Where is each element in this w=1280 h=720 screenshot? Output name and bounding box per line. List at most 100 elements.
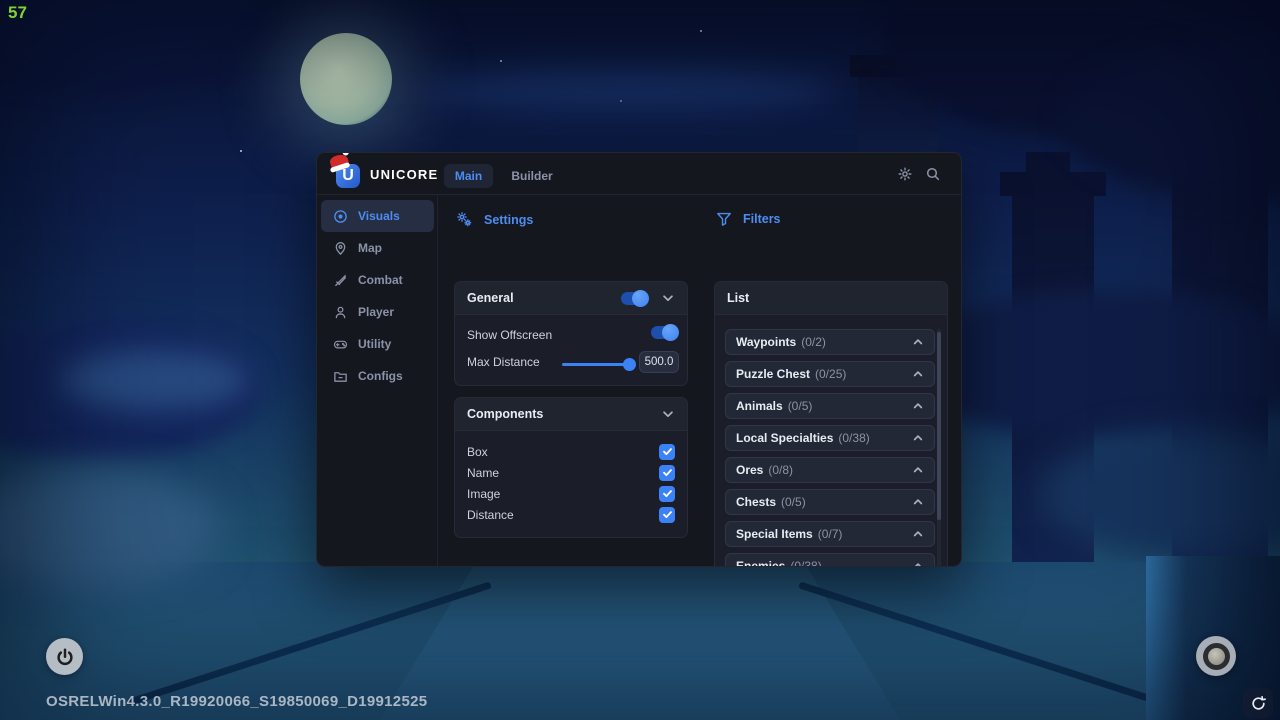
component-row: Image <box>467 483 675 504</box>
gear-icon[interactable] <box>897 166 913 187</box>
filter-row-animals[interactable]: Animals (0/5) <box>725 393 935 419</box>
slider-knob[interactable] <box>623 358 636 371</box>
sidebar-item-combat[interactable]: Combat <box>321 264 434 296</box>
box-checkbox[interactable] <box>659 444 675 460</box>
filters-title-row: Filters <box>716 211 781 227</box>
chevron-up-icon <box>912 368 924 380</box>
sidebar-item-map[interactable]: Map <box>321 232 434 264</box>
pillar-cap <box>1158 142 1280 168</box>
cloud <box>880 0 1280 140</box>
tab-builder[interactable]: Builder <box>503 164 561 188</box>
star <box>1030 200 1032 202</box>
cloud <box>0 470 220 590</box>
pillar-cap <box>1026 152 1070 174</box>
sidebar-item-label: Configs <box>358 369 403 383</box>
chevron-up-icon <box>912 336 924 348</box>
filter-row-chests[interactable]: Chests (0/5) <box>725 489 935 515</box>
bridge-rail <box>128 581 492 705</box>
components-title: Components <box>467 407 661 421</box>
name-checkbox[interactable] <box>659 465 675 481</box>
sidebar-item-label: Visuals <box>358 209 400 223</box>
refresh-button[interactable] <box>1243 688 1273 718</box>
game-screen: 57 OSRELWin4.3.0_R19920066_S19850069_D19… <box>0 0 1280 720</box>
folder-icon <box>332 369 348 384</box>
sword-icon <box>332 273 348 288</box>
sidebar-item-player[interactable]: Player <box>321 296 434 328</box>
search-icon[interactable] <box>925 166 941 187</box>
general-card: General Show Offscreen Max Distance 500.… <box>454 281 688 386</box>
filter-row-local-specialties[interactable]: Local Specialties (0/38) <box>725 425 935 451</box>
filter-row-enemies[interactable]: Enemies (0/38) <box>725 553 935 567</box>
settings-title: Settings <box>484 213 533 227</box>
filters-list-card: List Waypoints (0/2) Puzzle Chest (0/25) <box>714 281 948 567</box>
show-offscreen-toggle[interactable] <box>651 326 677 339</box>
distance-checkbox[interactable] <box>659 507 675 523</box>
eye-icon <box>332 209 348 224</box>
cloud <box>1060 40 1280 200</box>
power-icon <box>55 647 75 667</box>
list-scrollbar-thumb[interactable] <box>937 332 941 520</box>
brand-title: UNICORE <box>370 167 438 182</box>
pillar <box>1172 162 1268 562</box>
unicore-logo: U <box>333 160 363 190</box>
max-distance-slider[interactable] <box>562 363 630 366</box>
chevron-down-icon <box>661 291 675 305</box>
components-card-body: Box Name Image <box>455 431 687 537</box>
chevron-up-icon <box>912 432 924 444</box>
sidebar-item-label: Combat <box>358 273 403 287</box>
sidebar-item-configs[interactable]: Configs <box>321 360 434 392</box>
lens-button[interactable] <box>1196 636 1236 676</box>
bridge-rail <box>798 581 1162 705</box>
component-row: Distance <box>467 504 675 525</box>
fps-counter: 57 <box>8 3 27 23</box>
refresh-icon <box>1250 695 1267 712</box>
general-card-header[interactable]: General <box>455 282 687 315</box>
cloud <box>420 70 840 110</box>
max-distance-value[interactable]: 500.0 <box>639 351 679 373</box>
star <box>160 55 162 57</box>
sidebar-item-label: Map <box>358 241 382 255</box>
max-distance-label: Max Distance <box>467 355 540 369</box>
general-title: General <box>467 291 621 305</box>
chevron-down-icon <box>661 407 675 421</box>
image-checkbox[interactable] <box>659 486 675 502</box>
chevron-up-icon <box>912 560 924 567</box>
general-card-body: Show Offscreen Max Distance 500.0 <box>455 315 687 385</box>
list-scrollbar[interactable] <box>937 329 941 567</box>
tab-main[interactable]: Main <box>444 164 493 188</box>
funnel-icon <box>716 211 732 227</box>
component-label: Name <box>467 466 499 480</box>
pillar-cap <box>1000 172 1106 196</box>
distance-checkbox-label: Distance <box>467 508 514 522</box>
components-card: Components Box Name <box>454 397 688 538</box>
build-watermark: OSRELWin4.3.0_R19920066_S19850069_D19912… <box>46 693 427 710</box>
component-row: Name <box>467 462 675 483</box>
list-title: List <box>727 291 935 305</box>
star <box>240 150 242 152</box>
filters-title: Filters <box>743 212 781 226</box>
santa-hat-icon <box>329 153 350 170</box>
sidebar-item-visuals[interactable]: Visuals <box>321 200 434 232</box>
cloud <box>0 320 260 460</box>
chevron-up-icon <box>912 496 924 508</box>
image-checkbox-label: Image <box>467 487 500 501</box>
chevron-up-icon <box>912 528 924 540</box>
sidebar-item-utility[interactable]: Utility <box>321 328 434 360</box>
general-toggle[interactable] <box>621 292 647 305</box>
filter-row-puzzle-chest[interactable]: Puzzle Chest (0/25) <box>725 361 935 387</box>
filter-row-waypoints[interactable]: Waypoints (0/2) <box>725 329 935 355</box>
sidebar-item-label: Player <box>358 305 394 319</box>
lens-icon <box>1203 643 1230 670</box>
filter-row-ores[interactable]: Ores (0/8) <box>725 457 935 483</box>
sidebar: Visuals Map Combat <box>317 195 438 567</box>
gears-icon <box>456 211 473 228</box>
power-button[interactable] <box>46 638 83 675</box>
filter-row-special-items[interactable]: Special Items (0/7) <box>725 521 935 547</box>
person-icon <box>332 305 348 320</box>
chevron-up-icon <box>912 464 924 476</box>
moon <box>300 33 392 125</box>
settings-title-row: Settings <box>456 211 533 228</box>
bridge-walkway <box>380 566 900 720</box>
star <box>700 30 702 32</box>
components-card-header[interactable]: Components <box>455 398 687 431</box>
